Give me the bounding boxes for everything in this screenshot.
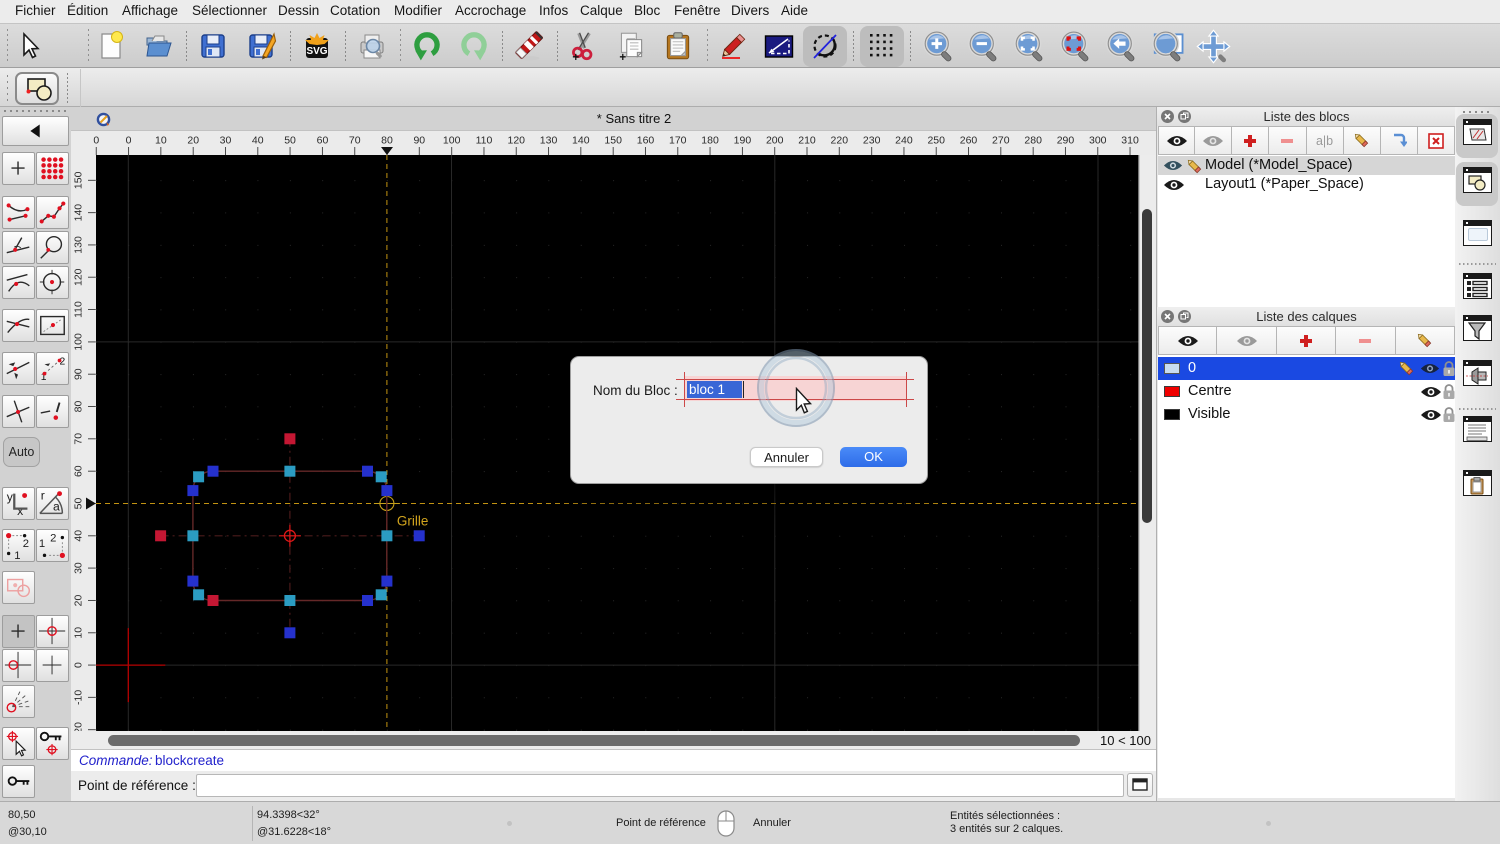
svg-text:40: 40 [73, 530, 84, 542]
svg-text:170: 170 [669, 135, 687, 146]
svg-text:80: 80 [73, 401, 84, 413]
svg-text:30: 30 [73, 562, 84, 574]
svg-text:0: 0 [73, 662, 84, 668]
svg-text:+: + [572, 51, 579, 63]
svg-text:80: 80 [381, 135, 393, 146]
svg-text:310: 310 [1121, 135, 1139, 146]
svg-text:70: 70 [73, 433, 84, 445]
svg-text:140: 140 [73, 204, 84, 222]
svg-text:150: 150 [604, 135, 622, 146]
svg-text:50: 50 [73, 498, 84, 510]
svg-text:0: 0 [126, 135, 132, 146]
svg-text:10: 10 [155, 135, 167, 146]
svg-text:1: 1 [39, 538, 45, 550]
svg-text:10: 10 [73, 627, 84, 639]
svg-text:240: 240 [895, 135, 913, 146]
svg-text:180: 180 [701, 135, 719, 146]
svg-text:SVG: SVG [306, 46, 327, 57]
svg-text:230: 230 [863, 135, 881, 146]
svg-text:260: 260 [960, 135, 978, 146]
svg-text:280: 280 [1024, 135, 1042, 146]
svg-text:160: 160 [637, 135, 655, 146]
svg-text:200: 200 [766, 135, 784, 146]
svg-text:x: x [17, 504, 23, 518]
svg-text:-20: -20 [73, 722, 84, 731]
svg-text:y: y [7, 490, 14, 504]
svg-text:140: 140 [572, 135, 590, 146]
svg-text:300: 300 [1089, 135, 1107, 146]
svg-text:60: 60 [317, 135, 329, 146]
svg-text:150: 150 [73, 172, 84, 190]
svg-text:220: 220 [831, 135, 849, 146]
svg-text:290: 290 [1057, 135, 1075, 146]
svg-text:90: 90 [73, 368, 84, 380]
svg-text:50: 50 [284, 135, 296, 146]
svg-text:Grille: Grille [397, 514, 428, 529]
svg-text:2: 2 [50, 532, 56, 544]
svg-text:0: 0 [93, 135, 99, 146]
svg-text:100: 100 [443, 135, 461, 146]
svg-text:20: 20 [73, 595, 84, 607]
svg-text:40: 40 [252, 135, 264, 146]
svg-text:90: 90 [413, 135, 425, 146]
svg-text:70: 70 [349, 135, 361, 146]
svg-text:130: 130 [73, 236, 84, 254]
svg-text:130: 130 [540, 135, 558, 146]
svg-text:110: 110 [73, 301, 84, 318]
svg-text:60: 60 [73, 465, 84, 477]
svg-text:1: 1 [14, 550, 20, 561]
svg-text:190: 190 [734, 135, 752, 146]
svg-text:2: 2 [23, 538, 29, 550]
svg-text:250: 250 [927, 135, 945, 146]
svg-text:120: 120 [508, 135, 526, 146]
svg-text:210: 210 [798, 135, 816, 146]
svg-text:30: 30 [220, 135, 232, 146]
svg-text:r: r [41, 488, 45, 502]
svg-text:270: 270 [992, 135, 1010, 146]
svg-text:+: + [619, 51, 626, 63]
svg-text:-10: -10 [73, 690, 84, 705]
svg-text:120: 120 [73, 268, 84, 286]
svg-text:100: 100 [73, 333, 84, 351]
svg-text:110: 110 [476, 135, 493, 146]
svg-text:20: 20 [187, 135, 199, 146]
